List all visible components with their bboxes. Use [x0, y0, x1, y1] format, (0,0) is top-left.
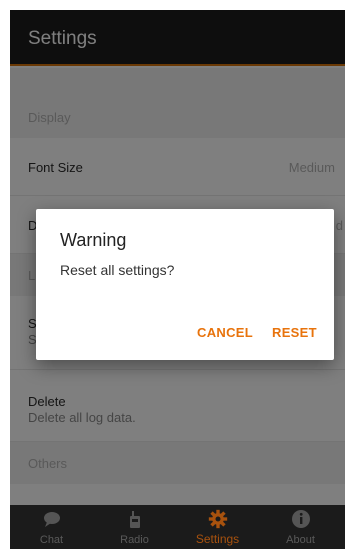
nav-label: Radio: [120, 534, 149, 546]
nav-item-settings[interactable]: Settings: [176, 505, 259, 549]
warning-dialog: Warning Reset all settings? CANCEL RESET: [36, 209, 334, 360]
nav-item-about[interactable]: About: [259, 505, 342, 549]
reset-button[interactable]: RESET: [272, 325, 317, 340]
radio-icon: [129, 511, 140, 528]
cancel-button[interactable]: CANCEL: [197, 325, 253, 340]
gear-icon: [208, 509, 227, 529]
dialog-message: Reset all settings?: [60, 262, 175, 278]
nav-item-chat[interactable]: Chat: [10, 505, 93, 549]
info-icon: [291, 510, 310, 528]
dialog-title: Warning: [60, 230, 127, 250]
bottom-navigation: Chat Radio Settings About: [10, 505, 345, 549]
nav-label: Chat: [39, 534, 64, 546]
app-screen: Settings Display Font Size Medium D d L …: [10, 10, 345, 549]
nav-label: Settings: [195, 532, 240, 546]
nav-label: About: [286, 534, 315, 546]
chat-bubble-icon: [43, 512, 60, 527]
nav-item-radio[interactable]: Radio: [93, 505, 176, 549]
